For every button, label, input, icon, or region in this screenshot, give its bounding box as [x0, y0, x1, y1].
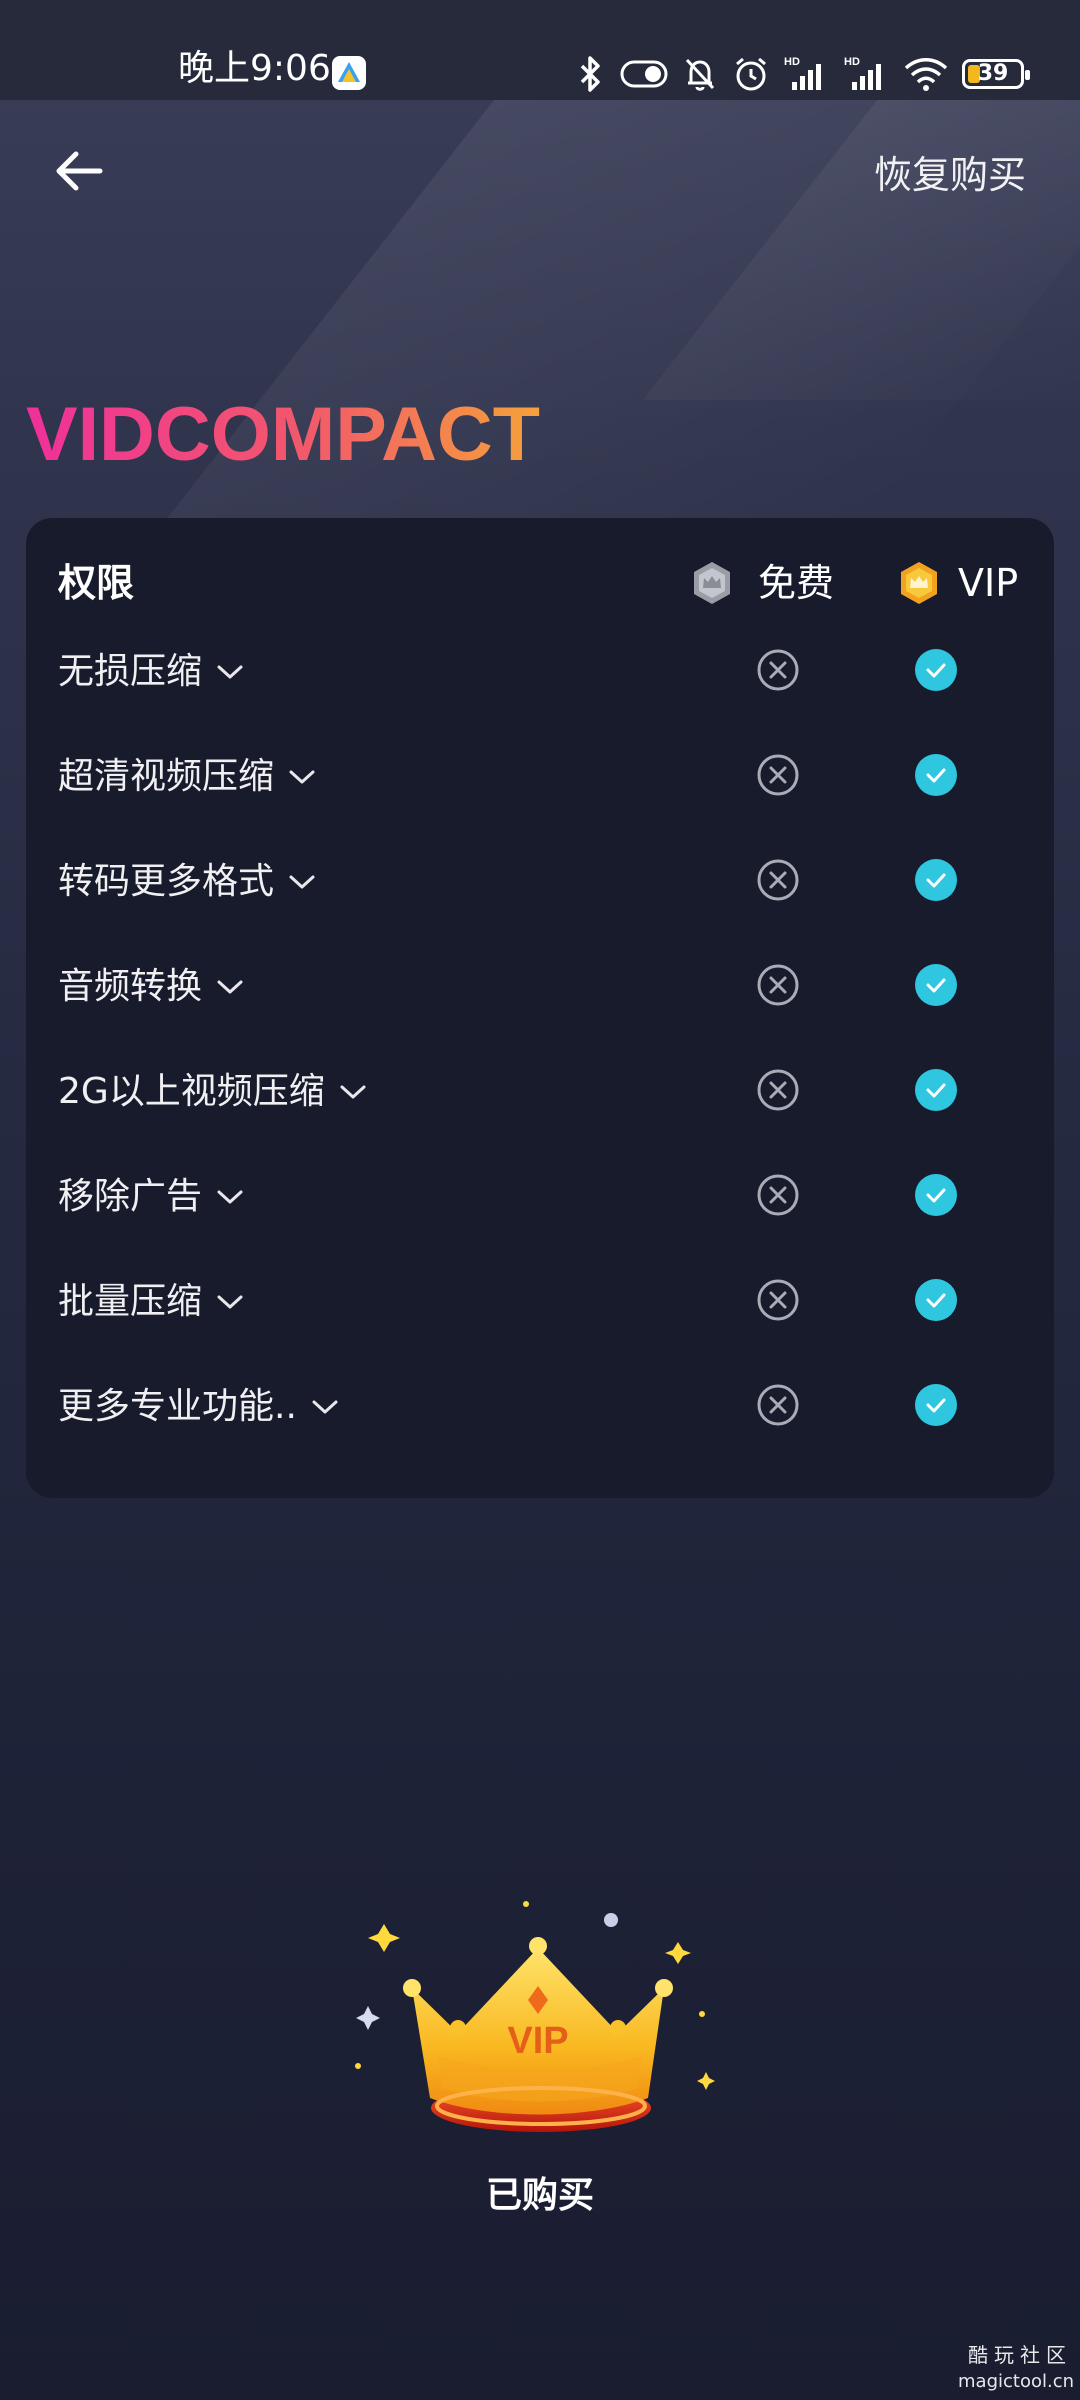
- arrow-left-icon: [56, 151, 103, 191]
- watermark-url: magictool.cn: [958, 2371, 1074, 2392]
- feature-label-text: 无损压缩: [58, 651, 203, 692]
- feature-row[interactable]: 移除广告: [26, 1151, 1054, 1241]
- chevron-down-icon[interactable]: [216, 977, 244, 997]
- signal-hd-2-icon: HD: [844, 56, 881, 90]
- feature-label: 移除广告: [58, 1173, 244, 1221]
- free-column-label: 免费: [758, 561, 835, 605]
- features-card: 权限 免费 VIP 无损压缩超清视频压缩 转码更多格式 音频转换 2G以上视频压缩 移除…: [26, 518, 1054, 1498]
- app-notification-icon: [332, 56, 366, 90]
- permissions-header: 权限: [58, 561, 135, 605]
- wifi-icon: [904, 58, 948, 91]
- check-circle-icon: [915, 964, 957, 1006]
- restore-purchase-button[interactable]: 恢复购买: [874, 148, 1026, 202]
- purchased-label: 已购买: [485, 2175, 594, 2216]
- free-badge-icon: [694, 562, 730, 604]
- feature-row[interactable]: 批量压缩: [26, 1256, 1054, 1346]
- cross-circle-icon: [757, 1279, 799, 1321]
- chevron-down-icon[interactable]: [311, 1397, 339, 1417]
- feature-label-text: 超清视频压缩: [58, 756, 275, 797]
- check-circle-icon: [915, 754, 957, 796]
- feature-label-text: 批量压缩: [58, 1281, 203, 1322]
- check-circle-icon: [915, 1174, 957, 1216]
- vip-badge-icon: [901, 562, 937, 604]
- feature-row[interactable]: 转码更多格式: [26, 836, 1054, 926]
- mute-bell-icon: [685, 58, 715, 91]
- app-logo: VIDCOMPACT: [26, 392, 540, 474]
- signal-hd-1-icon: HD: [784, 56, 821, 90]
- status-time: 晚上9:06: [178, 48, 331, 89]
- feature-label: 2G以上视频压缩: [58, 1068, 367, 1116]
- check-circle-icon: [915, 649, 957, 691]
- cross-circle-icon: [757, 964, 799, 1006]
- back-button[interactable]: [48, 140, 110, 202]
- feature-label: 音频转换: [58, 963, 244, 1011]
- svg-text:HD: HD: [844, 56, 860, 68]
- feature-label: 转码更多格式: [58, 858, 316, 906]
- check-circle-icon: [915, 1279, 957, 1321]
- feature-label-text: 更多专业功能..: [58, 1386, 297, 1427]
- feature-label-text: 移除广告: [58, 1176, 203, 1217]
- feature-label: 无损压缩: [58, 648, 244, 696]
- chevron-down-icon[interactable]: [288, 767, 316, 787]
- chevron-down-icon[interactable]: [216, 662, 244, 682]
- check-circle-icon: [915, 1069, 957, 1111]
- chevron-down-icon[interactable]: [216, 1187, 244, 1207]
- cross-circle-icon: [757, 649, 799, 691]
- feature-row[interactable]: 2G以上视频压缩: [26, 1046, 1054, 1136]
- feature-label-text: 转码更多格式: [58, 861, 275, 902]
- cross-circle-icon: [757, 859, 799, 901]
- chevron-down-icon[interactable]: [339, 1082, 367, 1102]
- feature-row[interactable]: 超清视频压缩: [26, 731, 1054, 821]
- bluetooth-icon: [580, 56, 600, 92]
- cross-circle-icon: [757, 1174, 799, 1216]
- status-icons: HD HD 39: [576, 50, 1030, 98]
- status-bar: 晚上9:06 HD HD 39: [0, 0, 1080, 100]
- feature-label: 超清视频压缩: [58, 753, 316, 801]
- check-circle-icon: [915, 859, 957, 901]
- feature-label: 批量压缩: [58, 1278, 244, 1326]
- vip-crown-image: VIP: [355, 1901, 715, 2132]
- feature-row[interactable]: 音频转换: [26, 941, 1054, 1031]
- chevron-down-icon[interactable]: [216, 1292, 244, 1312]
- vip-column-label: VIP: [958, 561, 1019, 605]
- logo-text: VIDCOMPACT: [26, 392, 540, 474]
- toggle-icon: [620, 60, 668, 88]
- svg-text:HD: HD: [784, 56, 800, 68]
- crown-vip-text: VIP: [507, 2020, 568, 2062]
- cross-circle-icon: [757, 1069, 799, 1111]
- alarm-icon: [736, 57, 766, 91]
- chevron-down-icon[interactable]: [288, 872, 316, 892]
- check-circle-icon: [915, 1384, 957, 1426]
- watermark-text: 酷玩社区: [968, 2343, 1072, 2367]
- feature-label-text: 音频转换: [58, 966, 203, 1007]
- cross-circle-icon: [757, 1384, 799, 1426]
- battery-level: 39: [977, 61, 1009, 86]
- feature-label: 更多专业功能..: [58, 1383, 339, 1431]
- battery-icon: 39: [962, 59, 1030, 89]
- feature-label-text: 2G以上视频压缩: [58, 1071, 325, 1112]
- cross-circle-icon: [757, 754, 799, 796]
- feature-row[interactable]: 更多专业功能..: [26, 1361, 1054, 1451]
- feature-row[interactable]: 无损压缩: [26, 626, 1054, 716]
- vip-page: 晚上9:06 HD HD 39 恢复购买 VIDCOMPACT 权限 免费 VI…: [0, 0, 1080, 2400]
